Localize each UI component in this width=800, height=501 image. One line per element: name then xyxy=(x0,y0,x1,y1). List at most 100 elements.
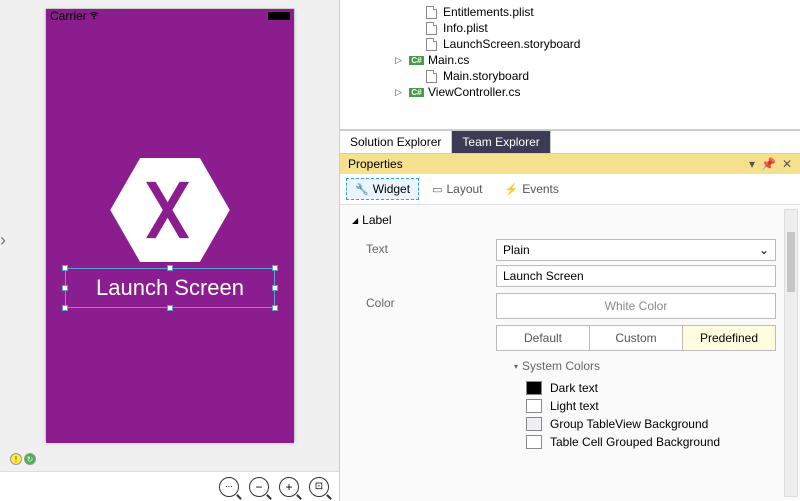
tab-widget[interactable]: 🔧Widget xyxy=(346,178,419,200)
resize-handle[interactable] xyxy=(167,265,173,271)
designer-canvas[interactable]: › Carrier xyxy=(0,0,339,471)
color-item-label: Dark text xyxy=(550,381,598,395)
designer-status-badges: ! ↻ xyxy=(10,453,36,465)
tree-item[interactable]: Entitlements.plist xyxy=(370,4,800,20)
tab-events[interactable]: ⚡Events xyxy=(496,178,568,200)
properties-tabs: 🔧Widget ▭Layout ⚡Events xyxy=(340,174,800,205)
chevron-down-icon: ⌄ xyxy=(759,243,769,257)
carrier-text: Carrier xyxy=(50,9,87,23)
tab-layout[interactable]: ▭Layout xyxy=(423,178,491,200)
color-item-label: Table Cell Grouped Background xyxy=(550,435,720,449)
explorer-tabs: Solution Explorer Team Explorer xyxy=(340,130,800,153)
tab-events-label: Events xyxy=(522,182,559,196)
resize-handle[interactable] xyxy=(62,305,68,311)
system-colors-label: System Colors xyxy=(522,359,600,373)
resize-handle[interactable] xyxy=(272,305,278,311)
launch-screen-text: Launch Screen xyxy=(96,275,244,301)
selected-label[interactable]: Launch Screen xyxy=(65,268,275,308)
system-colors-list: ▾ System Colors Dark text Light text Group… xyxy=(496,351,776,451)
tree-item[interactable]: Info.plist xyxy=(370,20,800,36)
tree-item[interactable]: ▷ C# ViewController.cs xyxy=(370,84,800,100)
text-prop-label: Text xyxy=(366,239,496,287)
text-value-input[interactable] xyxy=(496,265,776,287)
file-tree[interactable]: Entitlements.plist Info.plist LaunchScreen… xyxy=(340,0,800,130)
color-tab-default[interactable]: Default xyxy=(496,325,590,351)
tree-item-label: Main.storyboard xyxy=(443,69,529,83)
resize-handle[interactable] xyxy=(272,285,278,291)
color-tab-custom[interactable]: Custom xyxy=(589,325,683,351)
statusbar-carrier: Carrier xyxy=(50,9,99,23)
prop-row-color: Color White Color Default Custom Predefi… xyxy=(352,293,788,451)
refresh-badge-icon[interactable]: ↻ xyxy=(24,453,36,465)
color-swatch-icon xyxy=(526,435,542,449)
status-bar: Carrier xyxy=(46,9,294,23)
right-pane: Entitlements.plist Info.plist LaunchScreen… xyxy=(340,0,800,501)
document-file-icon xyxy=(425,21,438,35)
resize-handle[interactable] xyxy=(167,305,173,311)
properties-header: Properties ▾ 📌 ✕ xyxy=(340,154,800,174)
tree-item-label: Entitlements.plist xyxy=(443,5,534,19)
zoom-reset-icon[interactable] xyxy=(309,477,329,497)
lightning-icon: ⚡ xyxy=(505,183,519,196)
tab-solution-explorer[interactable]: Solution Explorer xyxy=(340,131,452,153)
tree-item-label: Main.cs xyxy=(428,53,469,67)
expand-caret-icon[interactable]: ▷ xyxy=(395,87,405,98)
zoom-fit-icon[interactable] xyxy=(219,477,239,497)
properties-title: Properties xyxy=(348,157,403,171)
resize-handle[interactable] xyxy=(62,265,68,271)
tree-item[interactable]: Main.storyboard xyxy=(370,68,800,84)
resize-handle[interactable] xyxy=(62,285,68,291)
resize-handle[interactable] xyxy=(272,265,278,271)
collapse-caret-icon: ◢ xyxy=(352,216,358,225)
properties-body: ◢ Label Text Plain ⌄ Color White Color xyxy=(340,205,800,501)
tree-item[interactable]: ▷ C# Main.cs xyxy=(370,52,800,68)
color-swatch-icon xyxy=(526,399,542,413)
tree-item-label: ViewController.cs xyxy=(428,85,520,99)
zoom-out-icon[interactable] xyxy=(249,477,269,497)
caret-icon: ▾ xyxy=(514,362,518,371)
document-file-icon xyxy=(425,5,438,19)
properties-panel: Properties ▾ 📌 ✕ 🔧Widget ▭Layout ⚡Events… xyxy=(340,153,800,501)
xamarin-logo-icon xyxy=(110,158,230,262)
csharp-file-icon: C# xyxy=(410,85,423,99)
tab-layout-label: Layout xyxy=(446,182,482,196)
section-label[interactable]: ◢ Label xyxy=(352,213,788,227)
launch-screen-view[interactable]: Launch Screen xyxy=(46,23,294,443)
dropdown-icon[interactable]: ▾ xyxy=(749,157,755,171)
pin-icon[interactable]: 📌 xyxy=(761,157,776,171)
battery-icon xyxy=(268,12,290,20)
zoom-toolbar xyxy=(0,471,339,501)
color-prop-label: Color xyxy=(366,293,496,451)
designer-pane: › Carrier xyxy=(0,0,340,501)
csharp-file-icon: C# xyxy=(410,53,423,67)
scrollbar-thumb[interactable] xyxy=(787,232,795,292)
expand-caret-icon[interactable]: ▷ xyxy=(395,55,405,66)
scrollbar[interactable] xyxy=(784,209,798,497)
color-value-display[interactable]: White Color xyxy=(496,293,776,319)
tree-item-label: LaunchScreen.storyboard xyxy=(443,37,580,51)
color-item-label: Group TableView Background xyxy=(550,417,708,431)
prop-row-text: Text Plain ⌄ xyxy=(352,239,788,287)
device-frame: Carrier xyxy=(45,8,295,442)
color-item[interactable]: Group TableView Background xyxy=(514,415,776,433)
section-label-text: Label xyxy=(362,213,391,227)
color-tab-predefined[interactable]: Predefined xyxy=(682,325,776,351)
close-icon[interactable]: ✕ xyxy=(782,157,792,171)
tree-item-label: Info.plist xyxy=(443,21,488,35)
tree-item[interactable]: LaunchScreen.storyboard xyxy=(370,36,800,52)
color-item[interactable]: Table Cell Grouped Background xyxy=(514,433,776,451)
color-item-label: Light text xyxy=(550,399,599,413)
warning-badge-icon[interactable]: ! xyxy=(10,453,22,465)
tab-team-explorer[interactable]: Team Explorer xyxy=(452,131,550,153)
system-colors-section[interactable]: ▾ System Colors xyxy=(514,359,776,373)
color-swatch-icon xyxy=(526,381,542,395)
nav-prev-icon[interactable]: › xyxy=(0,230,6,251)
document-file-icon xyxy=(425,69,438,83)
zoom-in-icon[interactable] xyxy=(279,477,299,497)
text-type-value: Plain xyxy=(503,243,530,257)
color-item[interactable]: Dark text xyxy=(514,379,776,397)
text-type-select[interactable]: Plain ⌄ xyxy=(496,239,776,261)
wrench-icon: 🔧 xyxy=(355,183,369,196)
color-item[interactable]: Light text xyxy=(514,397,776,415)
color-swatch-icon xyxy=(526,417,542,431)
